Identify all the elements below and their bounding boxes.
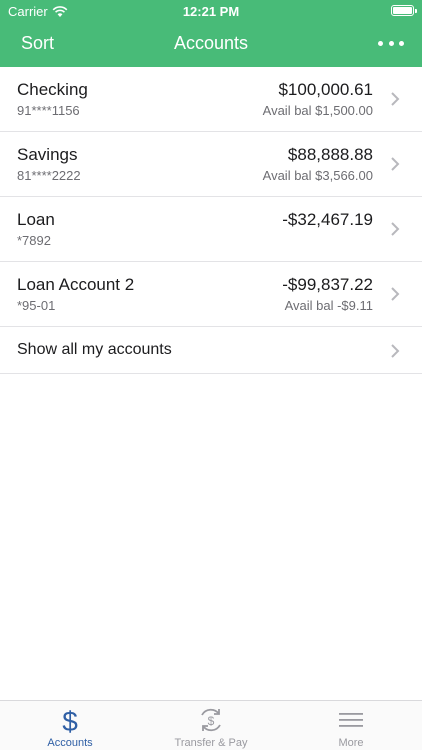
account-name: Savings	[17, 145, 78, 164]
tab-bar: $ Accounts $ Transfer & Pay More	[0, 700, 422, 750]
account-balance: $100,000.61	[278, 80, 373, 99]
show-all-accounts-label: Show all my accounts	[17, 341, 172, 358]
account-row-checking[interactable]: Checking 91****1156 $100,000.61 Avail ba…	[0, 67, 422, 132]
account-balance: $88,888.88	[287, 145, 373, 164]
header: Carrier 12:21 PM Sort Accounts	[0, 0, 422, 67]
show-all-accounts-row[interactable]: Show all my accounts	[0, 327, 422, 374]
page-title: Accounts	[173, 33, 249, 53]
account-row-savings[interactable]: Savings 81****2222 $88,888.88 Avail bal …	[0, 132, 422, 197]
account-row-loan-account-2[interactable]: Loan Account 2 *95-01 -$99,837.22 Avail …	[0, 262, 422, 327]
tab-label: Accounts	[47, 737, 93, 749]
account-number: 81****2222	[17, 168, 81, 183]
svg-text:$: $	[62, 706, 78, 734]
nav-bar: Sort Accounts	[0, 22, 422, 67]
status-bar: Carrier 12:21 PM	[0, 0, 422, 22]
account-number: 91****1156	[17, 103, 80, 118]
tab-accounts[interactable]: $ Accounts	[0, 701, 140, 750]
account-name: Checking	[17, 80, 88, 99]
chevron-right-icon	[391, 222, 400, 236]
account-balance: -$32,467.19	[282, 210, 373, 229]
available-balance: Avail bal $3,566.00	[262, 168, 373, 183]
transfer-dollar-icon: $	[201, 708, 221, 732]
chevron-right-icon	[391, 344, 400, 358]
tab-label: Transfer & Pay	[174, 737, 248, 749]
chevron-right-icon	[391, 92, 400, 106]
tab-label: More	[338, 737, 364, 749]
battery-icon	[391, 5, 417, 16]
account-name: Loan Account 2	[17, 275, 135, 294]
svg-text:$: $	[208, 714, 215, 728]
account-balance: -$99,837.22	[282, 275, 373, 294]
dollar-icon: $	[62, 706, 78, 734]
account-number: *7892	[17, 233, 51, 248]
account-name: Loan	[17, 210, 55, 229]
chevron-right-icon	[391, 157, 400, 171]
tab-more[interactable]: More	[281, 701, 421, 750]
available-balance: Avail bal $1,500.00	[262, 103, 373, 118]
menu-icon	[339, 713, 363, 727]
available-balance: Avail bal -$9.11	[284, 298, 373, 313]
more-options-icon[interactable]	[378, 32, 404, 54]
account-number: *95-01	[17, 298, 56, 313]
account-row-loan[interactable]: Loan *7892 -$32,467.19	[0, 197, 422, 262]
account-list: Checking 91****1156 $100,000.61 Avail ba…	[0, 67, 422, 374]
chevron-right-icon	[391, 287, 400, 301]
clock: 12:21 PM	[182, 4, 240, 19]
tab-transfer-pay[interactable]: $ Transfer & Pay	[141, 701, 281, 750]
